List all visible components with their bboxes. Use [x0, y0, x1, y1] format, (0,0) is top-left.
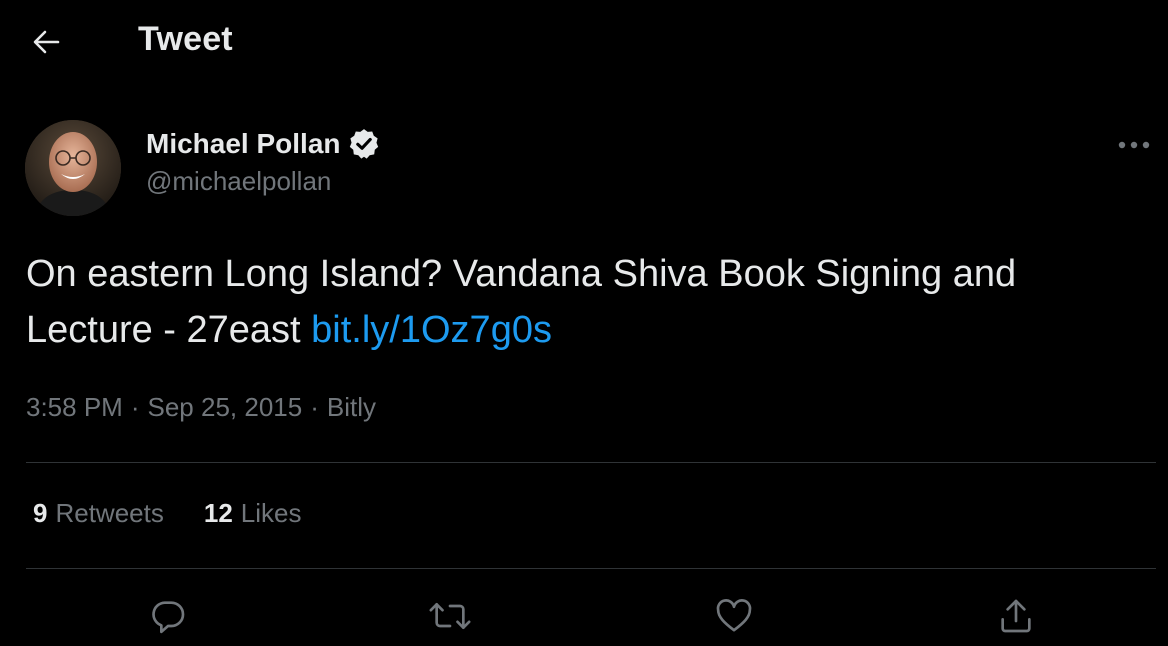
arrow-left-icon — [33, 30, 60, 54]
tweet-meta: 3:58 PM · Sep 25, 2015 · Bitly — [26, 392, 376, 423]
tweet-date[interactable]: Sep 25, 2015 — [148, 392, 303, 422]
like-icon — [716, 599, 752, 632]
retweet-icon — [429, 603, 471, 629]
likes-stat[interactable]: 12 Likes — [204, 498, 302, 529]
author-name-row[interactable]: Michael Pollan — [146, 124, 381, 164]
likes-count: 12 — [203, 498, 233, 528]
tweet-link[interactable]: bit.ly/1Oz7g0s — [311, 309, 552, 351]
avatar[interactable] — [25, 120, 121, 216]
tweet-text: On eastern Long Island? Vandana Shiva Bo… — [26, 246, 1146, 358]
verified-badge-icon — [347, 127, 381, 161]
retweets-stat[interactable]: 9 Retweets — [33, 498, 164, 529]
retweets-count: 9 — [33, 498, 48, 528]
author-name[interactable]: Michael Pollan — [146, 128, 341, 160]
reply-icon — [152, 601, 185, 634]
tweet-time[interactable]: 3:58 PM — [26, 392, 123, 422]
divider — [26, 568, 1156, 569]
more-horizontal-icon — [1118, 141, 1150, 149]
like-button[interactable] — [710, 592, 758, 640]
meta-separator: · — [130, 392, 140, 422]
author-handle[interactable]: @michaelpollan — [146, 166, 331, 197]
more-options-button[interactable] — [1112, 128, 1156, 162]
likes-label: Likes — [240, 498, 302, 528]
meta-separator: · — [310, 392, 319, 422]
share-icon — [1001, 599, 1031, 633]
page-title: Tweet — [138, 20, 233, 58]
reply-button[interactable] — [144, 592, 192, 640]
divider — [26, 462, 1156, 463]
tweet-source[interactable]: Bitly — [327, 392, 376, 422]
profile-photo — [25, 120, 121, 216]
share-button[interactable] — [992, 592, 1040, 640]
tweet-stats: 9 Retweets 12 Likes — [33, 498, 341, 529]
retweets-label: Retweets — [55, 498, 164, 528]
back-button[interactable] — [22, 22, 70, 62]
retweet-button[interactable] — [426, 592, 474, 640]
header: Tweet — [0, 0, 1168, 86]
